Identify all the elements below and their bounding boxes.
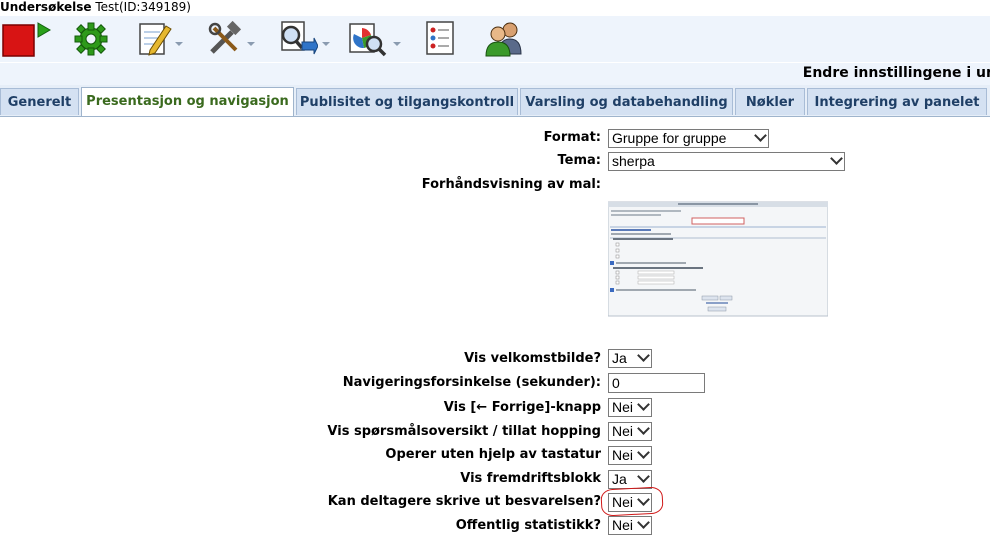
nav-delay-input[interactable]: 0 bbox=[608, 373, 705, 393]
chevron-down-icon bbox=[754, 129, 767, 142]
preview-label: Forhåndsvisning av mal: bbox=[421, 177, 601, 192]
welcome-select[interactable]: Ja bbox=[608, 349, 652, 368]
tab-nokler[interactable]: Nøkler bbox=[735, 88, 805, 115]
stop-icon bbox=[2, 22, 51, 57]
nav-delay-label: Navigeringsforsinkelse (sekunder): bbox=[342, 375, 601, 390]
tools-dropdown-caret[interactable] bbox=[247, 42, 255, 46]
tab-bar: Generelt Presentasjon og navigasjon Publ… bbox=[0, 85, 990, 117]
print-label: Kan deltagere skrive ut besvarelsen? bbox=[327, 494, 601, 509]
welcome-select-value: Ja bbox=[612, 350, 627, 366]
question-index-label: Vis spørsmålsoversikt / tillat hopping bbox=[327, 424, 601, 439]
search-button[interactable] bbox=[276, 20, 318, 58]
prev-button-label: Vis [← Forrige]-knapp bbox=[443, 400, 601, 415]
statistics-dropdown-caret[interactable] bbox=[393, 42, 401, 46]
settings-button[interactable] bbox=[72, 20, 110, 58]
prev-button-select-value: Nei bbox=[612, 399, 634, 415]
tema-select-value: sherpa bbox=[612, 153, 655, 169]
stop-button[interactable] bbox=[2, 20, 52, 58]
keyboard-select-value: Nei bbox=[612, 447, 634, 463]
tab-presentasjon-og-navigasjon[interactable]: Presentasjon og navigasjon bbox=[81, 87, 294, 116]
progress-select-value: Ja bbox=[612, 471, 627, 487]
question-index-select[interactable]: Nei bbox=[608, 422, 652, 441]
edit-dropdown-caret[interactable] bbox=[175, 42, 183, 46]
chart-icon bbox=[349, 23, 387, 57]
format-label: Format: bbox=[543, 130, 601, 145]
window-title-bold: Undersøkelse bbox=[0, 0, 92, 14]
list-button[interactable] bbox=[422, 20, 460, 58]
search-icon bbox=[281, 21, 318, 55]
edit-icon bbox=[139, 23, 172, 56]
section-header: Endre innstillingene i un bbox=[0, 62, 990, 85]
format-select-value: Gruppe for gruppe bbox=[612, 130, 727, 146]
welcome-label: Vis velkomstbilde? bbox=[464, 351, 601, 366]
tools-icon bbox=[208, 20, 242, 54]
template-preview-thumbnail bbox=[607, 201, 829, 317]
participants-button[interactable] bbox=[482, 20, 526, 58]
chevron-down-icon bbox=[637, 470, 650, 483]
public-stats-label: Offentlig statistikk? bbox=[455, 518, 601, 533]
keyboard-label: Operer uten hjelp av tastatur bbox=[385, 447, 601, 462]
tab-integrering-av-panelet[interactable]: Integrering av panelet bbox=[807, 88, 987, 115]
tab-generelt[interactable]: Generelt bbox=[0, 88, 79, 115]
chevron-down-icon bbox=[637, 516, 650, 529]
window-title-rest: Test(ID:349189) bbox=[95, 0, 191, 14]
progress-label: Vis fremdriftsblokk bbox=[460, 471, 601, 486]
template-preview-image bbox=[607, 181, 829, 341]
chevron-down-icon bbox=[637, 398, 650, 411]
window-title: Undersøkelse Test(ID:349189) bbox=[0, 0, 990, 16]
question-index-select-value: Nei bbox=[612, 423, 634, 439]
edit-button[interactable] bbox=[136, 20, 174, 58]
users-icon bbox=[485, 22, 522, 57]
nav-delay-input-value: 0 bbox=[612, 375, 620, 391]
annotation-circle bbox=[600, 486, 664, 517]
public-stats-select-value: Nei bbox=[612, 517, 634, 533]
keyboard-select[interactable]: Nei bbox=[608, 446, 652, 465]
statistics-button[interactable] bbox=[348, 20, 390, 58]
tema-select[interactable]: sherpa bbox=[608, 152, 845, 171]
chevron-down-icon bbox=[637, 446, 650, 459]
format-select[interactable]: Gruppe for gruppe bbox=[608, 129, 769, 148]
tema-label: Tema: bbox=[557, 153, 601, 168]
chevron-down-icon bbox=[637, 349, 650, 362]
search-dropdown-caret[interactable] bbox=[322, 42, 330, 46]
tools-button[interactable] bbox=[206, 20, 244, 58]
chevron-down-icon bbox=[637, 422, 650, 435]
gear-icon bbox=[74, 22, 108, 56]
tab-publisitet-og-tilgangskontroll[interactable]: Publisitet og tilgangskontroll bbox=[296, 88, 518, 115]
public-stats-select[interactable]: Nei bbox=[608, 516, 652, 535]
list-icon bbox=[426, 21, 454, 55]
section-header-text: Endre innstillingene i un bbox=[802, 65, 990, 81]
tab-varsling-og-databehandling[interactable]: Varsling og databehandling bbox=[520, 88, 733, 115]
progress-select[interactable]: Ja bbox=[608, 470, 652, 489]
toolbar bbox=[0, 16, 990, 63]
prev-button-select[interactable]: Nei bbox=[608, 398, 652, 417]
chevron-down-icon bbox=[830, 152, 843, 165]
